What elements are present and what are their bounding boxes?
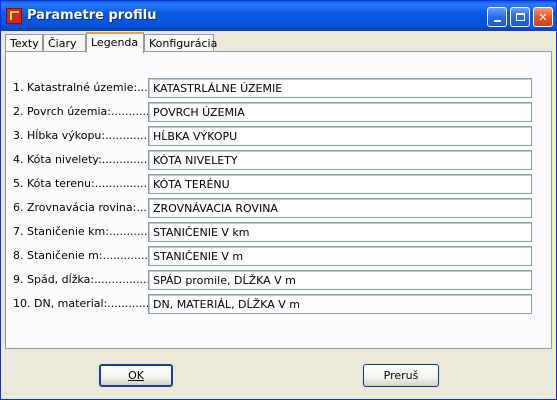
legend-label-2: 2. Povrch územia:................... <box>13 105 148 118</box>
tab-ciary[interactable]: Čiary <box>43 34 86 52</box>
legend-label-4: 4. Kóta nivelety:.................... <box>13 153 148 166</box>
legend-label-7: 7. Staničenie km:..................... <box>13 225 148 238</box>
title-bar[interactable]: Parametre profilu ✕ <box>1 1 556 31</box>
minimize-icon <box>493 19 501 22</box>
legend-label-5: 5. Kóta terenu:........................ <box>13 177 148 190</box>
legend-field-3[interactable]: HĹBKA VÝKOPU <box>148 126 532 146</box>
minimize-button[interactable] <box>487 7 507 27</box>
legend-field-9[interactable]: SPÁD promile, DĹŽKA V m <box>148 270 532 290</box>
dialog-window: Parametre profilu ✕ Texty Čiary Legenda … <box>0 0 557 400</box>
legend-label-8: 8. Staničenie m:...................... <box>13 249 148 262</box>
legend-label-6: 6. Zrovnavácia rovina:......... <box>13 201 148 214</box>
window-title: Parametre profilu <box>27 8 157 23</box>
legend-field-4[interactable]: KÓTA NIVELETY <box>148 150 532 170</box>
legend-label-9: 9. Spád, dĺžka:........................ <box>13 273 148 286</box>
legend-field-10[interactable]: DN, MATERIÁL, DĹŽKA V m <box>148 294 532 314</box>
maximize-icon <box>515 13 525 21</box>
ok-button-label: OK <box>128 369 144 382</box>
legend-field-1[interactable]: KATASTRLÁLNE ÚZEMIE <box>148 78 532 98</box>
legend-field-8[interactable]: STANIČENIE V m <box>148 246 532 266</box>
legend-field-7[interactable]: STANIČENIE V km <box>148 222 532 242</box>
close-button[interactable]: ✕ <box>533 7 553 27</box>
tab-texty[interactable]: Texty <box>5 34 43 52</box>
maximize-button[interactable] <box>510 7 530 27</box>
tab-konfiguracia[interactable]: Konfigurácia <box>144 34 217 52</box>
legend-field-6[interactable]: ZROVNÁVACIA ROVINA <box>148 198 532 218</box>
legend-label-10: 10. DN, material:.................... <box>13 297 148 310</box>
legend-label-3: 3. Hĺbka výkopu:.................... <box>13 129 148 142</box>
legend-label-1: 1. Katastralné územie:........... <box>13 81 148 94</box>
tab-legenda[interactable]: Legenda <box>86 32 144 53</box>
ok-button[interactable]: OK <box>99 364 173 387</box>
cancel-button-label: Preruš <box>383 369 419 382</box>
app-icon <box>6 8 22 24</box>
legend-field-5[interactable]: KÓTA TERÉNU <box>148 174 532 194</box>
cancel-button[interactable]: Preruš <box>363 364 439 387</box>
close-icon: ✕ <box>538 10 548 24</box>
legend-field-2[interactable]: POVRCH ÚZEMIA <box>148 102 532 122</box>
